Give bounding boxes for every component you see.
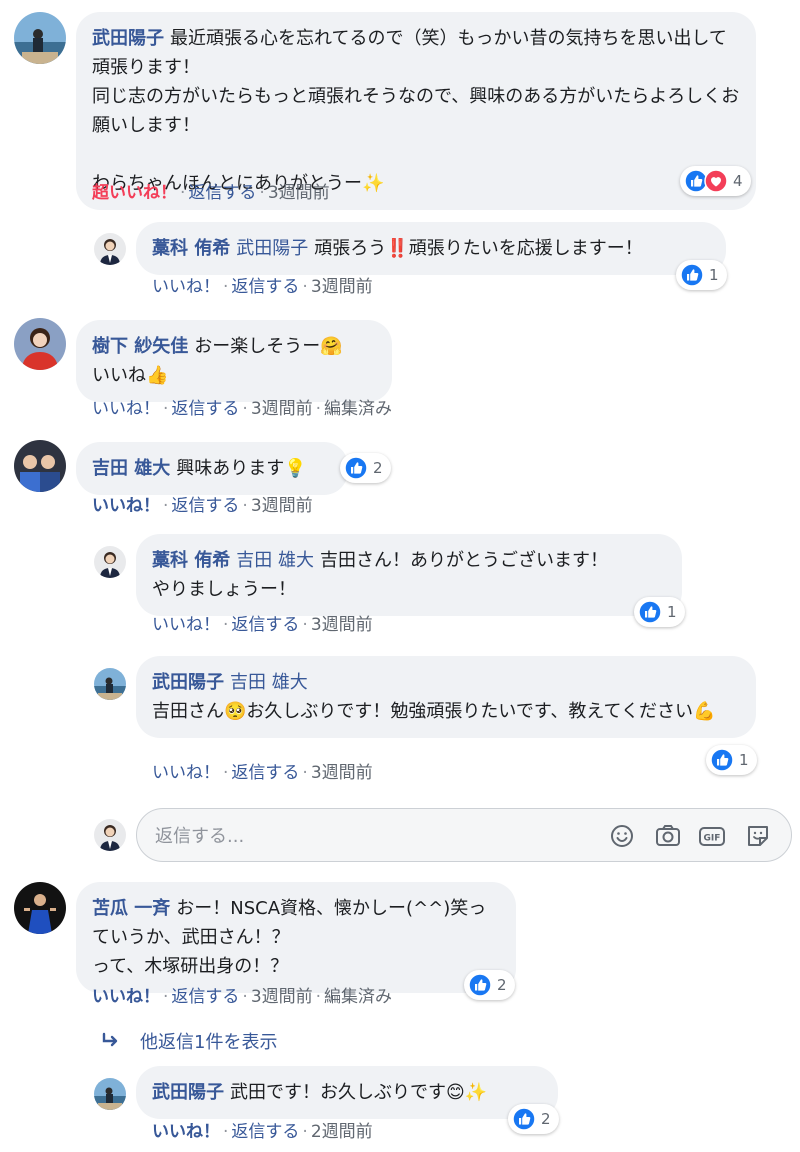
comment-actions: いいね！ · 返信する · 3週間前 (92, 496, 313, 516)
reply-button[interactable]: 返信する (171, 987, 239, 1007)
timestamp[interactable]: 3週間前 (251, 987, 313, 1007)
reaction-count: 2 (541, 1110, 551, 1128)
edited-label[interactable]: 編集済み (324, 399, 392, 419)
reply-button[interactable]: 返信する (171, 496, 239, 516)
reply-button[interactable]: 返信する (231, 615, 299, 635)
like-button[interactable]: いいね！ (92, 987, 160, 1007)
sticker-icon[interactable] (743, 821, 773, 851)
reply-arrow-icon (98, 1029, 122, 1053)
timestamp[interactable]: 3週間前 (251, 496, 313, 516)
comment-bubble: 苫瓜 一斉 おー！NSCA資格、懐かしー(^^)笑っていうか、武田さん！？ って、… (76, 882, 516, 993)
like-icon (344, 456, 368, 480)
reply-bubble: 藁科 侑希 吉田 雄大 吉田さん！ありがとうございます！ やりましょうー！ (136, 534, 682, 616)
comment-bubble: 樹下 紗矢佳 おー楽しそうー🤗 いいね👍 (76, 320, 392, 402)
avatar[interactable] (94, 1078, 126, 1110)
comment-text: 頑張ろう‼️頑張りたいを応援しますー！ (314, 238, 643, 259)
comment-actions: いいね！ · 返信する · 3週間前 (152, 763, 373, 783)
reaction-count: 2 (373, 459, 383, 477)
reply-bubble: 武田陽子 吉田 雄大吉田さん🥺お久しぶりです！勉強頑張りたいです、教えてください💪 (136, 656, 756, 738)
reaction-count: 4 (733, 172, 743, 190)
reply-input[interactable] (155, 821, 575, 851)
comment-actions: 超いいね！ · 返信する · 3週間前 (92, 183, 330, 203)
comment-actions: いいね！ · 返信する · 3週間前 (152, 277, 373, 297)
like-icon (710, 748, 734, 772)
reply-button[interactable]: 返信する (231, 763, 299, 783)
reaction-summary[interactable]: 2 (508, 1104, 559, 1134)
comment-text: 最近頑張る心を忘れてるので（笑）もっかい昔の気持ちを思い出して頑張ります！ 同じ… (92, 28, 740, 194)
like-button[interactable]: いいね！ (92, 399, 160, 419)
avatar[interactable] (14, 440, 66, 492)
reply-composer: GIF (136, 808, 792, 862)
emoji-icon[interactable] (607, 821, 637, 851)
comment-author[interactable]: 樹下 紗矢佳 (92, 336, 188, 357)
show-more-replies-link[interactable]: 他返信1件を表示 (98, 1028, 277, 1054)
reaction-summary[interactable]: 4 (680, 166, 751, 196)
reply-button[interactable]: 返信する (188, 183, 256, 203)
mention-link[interactable]: 吉田 雄大 (230, 672, 308, 693)
avatar[interactable] (94, 668, 126, 700)
reaction-summary[interactable]: 1 (634, 597, 685, 627)
timestamp[interactable]: 3週間前 (311, 277, 373, 297)
reaction-count: 1 (709, 266, 719, 284)
avatar (94, 819, 126, 851)
comment-author[interactable]: 武田陽子 (92, 28, 164, 49)
timestamp[interactable]: 3週間前 (311, 615, 373, 635)
reaction-count: 2 (497, 976, 507, 994)
like-button[interactable]: いいね！ (92, 496, 160, 516)
reply-button[interactable]: 返信する (171, 399, 239, 419)
timestamp[interactable]: 2週間前 (311, 1122, 373, 1142)
like-icon (468, 973, 492, 997)
avatar[interactable] (94, 546, 126, 578)
reaction-count: 1 (739, 751, 749, 769)
mention-link[interactable]: 吉田 雄大 (236, 550, 314, 571)
like-button[interactable]: いいね！ (152, 763, 220, 783)
reply-bubble: 藁科 侑希 武田陽子 頑張ろう‼️頑張りたいを応援しますー！ (136, 222, 726, 275)
reaction-summary[interactable]: 2 (340, 453, 391, 483)
comment-actions: いいね！ · 返信する · 2週間前 (152, 1122, 373, 1142)
comment-bubble: 吉田 雄大 興味あります💡 (76, 442, 348, 495)
reply-button[interactable]: 返信する (231, 277, 299, 297)
svg-text:GIF: GIF (704, 834, 721, 844)
comment-author[interactable]: 武田陽子 (152, 672, 224, 693)
reply-button[interactable]: 返信する (231, 1122, 299, 1142)
show-more-replies-label: 他返信1件を表示 (140, 1032, 278, 1053)
comment-actions: いいね！ · 返信する · 3週間前 (152, 615, 373, 635)
comment-text: 武田です！お久しぶりです😊✨ (230, 1082, 488, 1103)
comment-author[interactable]: 武田陽子 (152, 1082, 224, 1103)
comment-author[interactable]: 苫瓜 一斉 (92, 898, 170, 919)
like-icon (680, 263, 704, 287)
like-button[interactable]: 超いいね！ (92, 183, 177, 203)
comment-text: 興味あります💡 (176, 458, 307, 479)
gif-icon[interactable]: GIF (697, 821, 727, 851)
like-icon (638, 600, 662, 624)
comment-text: 吉田さん🥺お久しぶりです！勉強頑張りたいです、教えてください💪 (152, 701, 716, 722)
timestamp[interactable]: 3週間前 (251, 399, 313, 419)
comment-actions: いいね！ · 返信する · 3週間前 · 編集済み (92, 987, 393, 1007)
comment-bubble: 武田陽子 最近頑張る心を忘れてるので（笑）もっかい昔の気持ちを思い出して頑張ります… (76, 12, 756, 210)
reply-bubble: 武田陽子 武田です！お久しぶりです😊✨ (136, 1066, 558, 1119)
mention-link[interactable]: 武田陽子 (236, 238, 308, 259)
comment-author[interactable]: 藁科 侑希 (152, 550, 230, 571)
comment-author[interactable]: 藁科 侑希 (152, 238, 230, 259)
like-button[interactable]: いいね！ (152, 277, 220, 297)
timestamp[interactable]: 3週間前 (268, 183, 330, 203)
avatar[interactable] (14, 12, 66, 64)
camera-icon[interactable] (653, 821, 683, 851)
edited-label[interactable]: 編集済み (324, 987, 392, 1007)
reaction-summary[interactable]: 1 (706, 745, 757, 775)
like-button[interactable]: いいね！ (152, 615, 220, 635)
avatar[interactable] (14, 882, 66, 934)
love-icon (704, 169, 728, 193)
reaction-count: 1 (667, 603, 677, 621)
reaction-summary[interactable]: 1 (676, 260, 727, 290)
like-button[interactable]: いいね！ (152, 1122, 220, 1142)
comment-author[interactable]: 吉田 雄大 (92, 458, 170, 479)
comment-actions: いいね！ · 返信する · 3週間前 · 編集済み (92, 399, 393, 419)
like-icon (512, 1107, 536, 1131)
avatar[interactable] (94, 233, 126, 265)
timestamp[interactable]: 3週間前 (311, 763, 373, 783)
avatar[interactable] (14, 318, 66, 370)
reaction-summary[interactable]: 2 (464, 970, 515, 1000)
